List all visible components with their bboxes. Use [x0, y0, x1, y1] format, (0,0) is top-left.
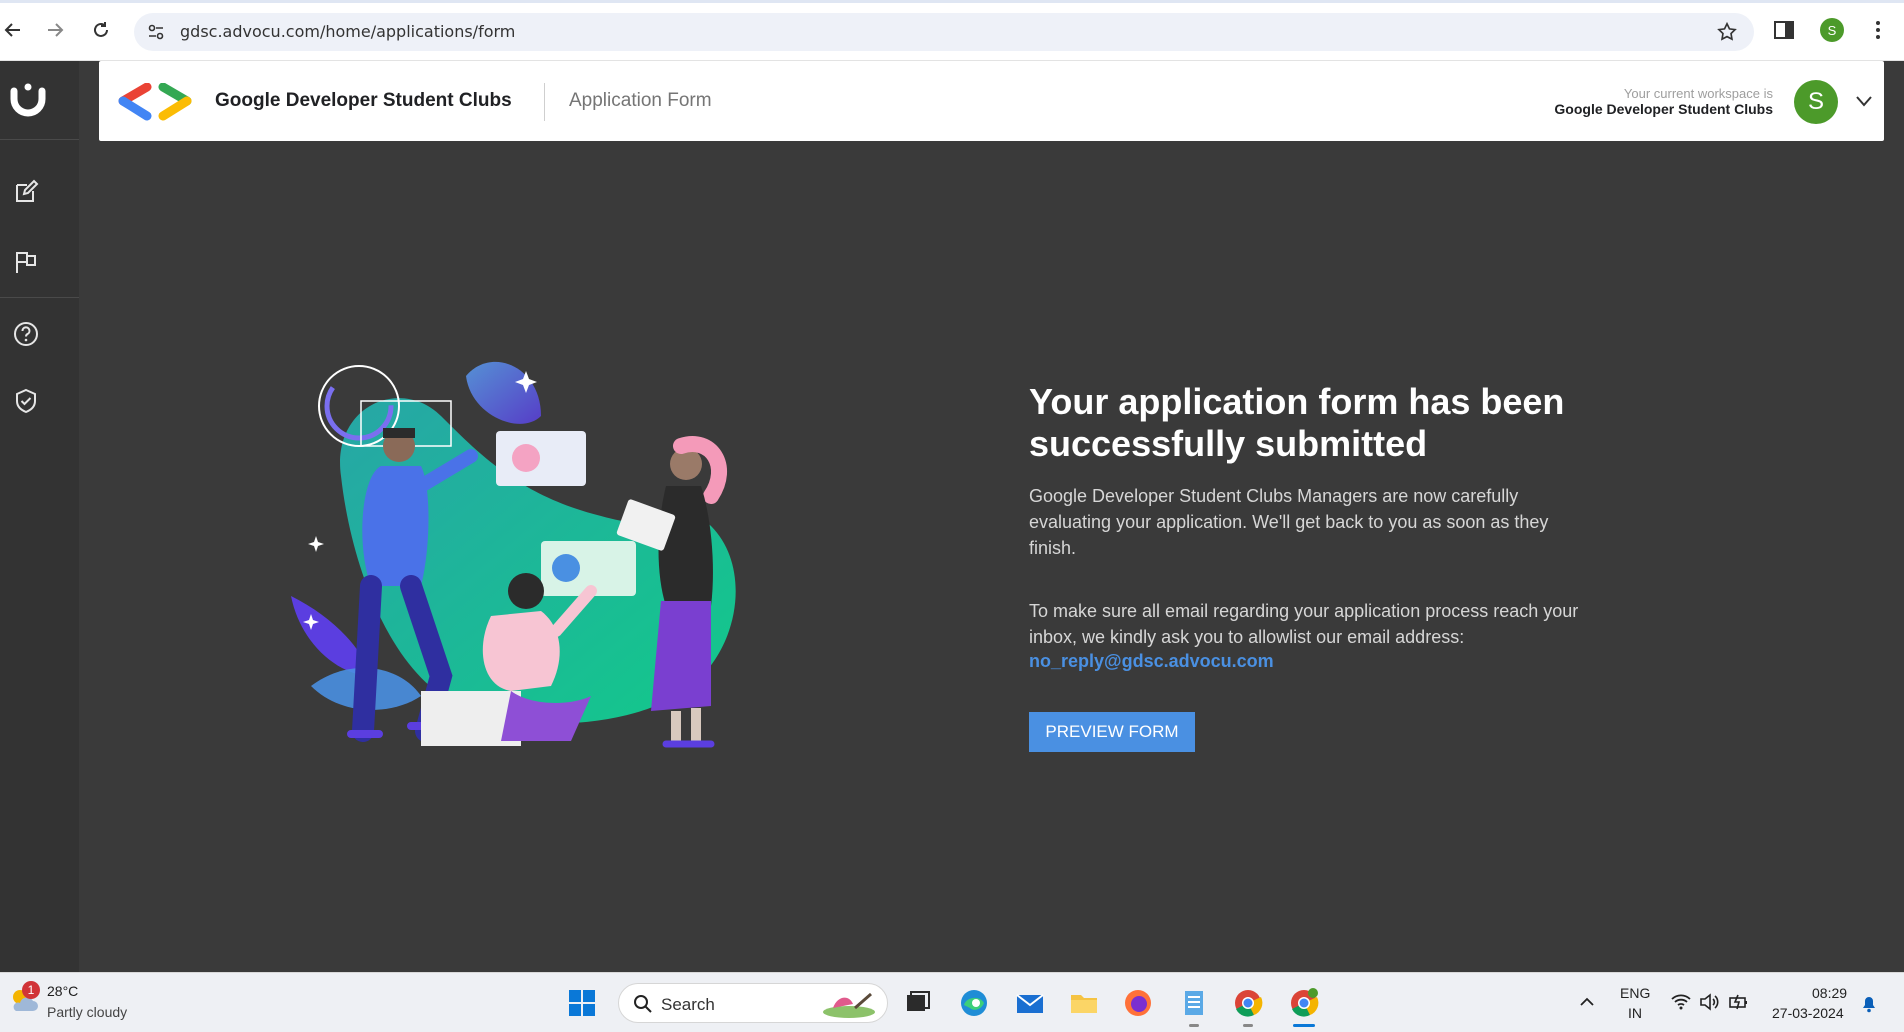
weather-notification-badge: 1: [22, 981, 40, 999]
advocu-logo-icon[interactable]: [8, 77, 48, 117]
file-explorer-icon[interactable]: [1068, 987, 1100, 1019]
browser-toolbar: gdsc.advocu.com/home/applications/form S: [0, 0, 1904, 61]
help-icon[interactable]: [13, 321, 39, 347]
chevron-down-icon[interactable]: [1854, 91, 1874, 111]
taskbar-search-box[interactable]: Search: [618, 983, 888, 1023]
reload-button[interactable]: [88, 17, 114, 43]
chevron-up-icon[interactable]: [1578, 993, 1596, 1011]
success-heading: Your application form has been successfu…: [1029, 381, 1565, 464]
back-button[interactable]: [0, 17, 26, 43]
edit-icon[interactable]: [13, 179, 39, 205]
windows-start-icon[interactable]: [568, 989, 596, 1017]
active-app-indicator: [1293, 1024, 1315, 1027]
chrome-icon[interactable]: [1232, 987, 1264, 1019]
reload-icon: [94, 22, 108, 37]
org-name: Google Developer Student Clubs: [215, 90, 512, 111]
notification-bell-icon[interactable]: [1860, 993, 1878, 1013]
flag-icon[interactable]: [13, 249, 39, 275]
back-arrow-icon: [4, 23, 20, 37]
sidebar-divider: [0, 297, 79, 298]
task-view-icon[interactable]: [902, 987, 934, 1019]
mail-icon[interactable]: [1014, 987, 1046, 1019]
header-divider: [544, 83, 545, 121]
notepad-icon[interactable]: [1178, 987, 1210, 1019]
edge-browser-icon[interactable]: [958, 987, 990, 1019]
left-sidebar: [0, 61, 79, 972]
app-running-indicator: [1189, 1024, 1199, 1027]
search-placeholder: Search: [661, 995, 715, 1014]
clock-time[interactable]: 08:29: [1812, 985, 1847, 1001]
weather-condition[interactable]: Partly cloudy: [47, 1004, 127, 1020]
search-icon: [634, 995, 652, 1013]
workspace-label: Your current workspace is: [1623, 86, 1773, 101]
firefox-icon[interactable]: [1122, 987, 1154, 1019]
app-header: Google Developer Student Clubs Applicati…: [99, 61, 1884, 141]
language-indicator[interactable]: ENG: [1620, 985, 1650, 1001]
weather-temperature[interactable]: 28°C: [47, 983, 78, 999]
url-text[interactable]: gdsc.advocu.com/home/applications/form: [180, 22, 515, 41]
battery-charging-icon[interactable]: [1728, 991, 1750, 1013]
user-avatar[interactable]: S: [1794, 80, 1838, 124]
wifi-icon[interactable]: [1670, 991, 1692, 1013]
shield-check-icon[interactable]: [13, 388, 39, 414]
gdsc-logo-icon[interactable]: [117, 83, 193, 121]
page-title: Application Form: [569, 90, 712, 111]
team-collaboration-illustration: [291, 361, 736, 748]
search-highlight-icon: [823, 992, 875, 1018]
address-bar[interactable]: gdsc.advocu.com/home/applications/form: [134, 13, 1754, 51]
chrome-profile-icon[interactable]: [1288, 987, 1320, 1019]
browser-profile-avatar[interactable]: S: [1820, 18, 1844, 42]
region-indicator[interactable]: IN: [1628, 1005, 1642, 1021]
evaluation-message: Google Developer Student Clubs Managers …: [1029, 486, 1549, 558]
side-panel-icon[interactable]: [1772, 18, 1796, 42]
clock-date[interactable]: 27-03-2024: [1772, 1005, 1844, 1021]
windows-taskbar: 1 28°C Partly cloudy Search ENG IN 08:29…: [0, 972, 1904, 1032]
sidebar-divider: [0, 139, 79, 140]
bookmark-star-icon[interactable]: [1716, 21, 1738, 43]
volume-icon[interactable]: [1698, 991, 1720, 1013]
app-running-indicator: [1243, 1024, 1253, 1027]
tab-strip: [0, 0, 1904, 3]
more-menu-icon[interactable]: [1866, 18, 1890, 42]
workspace-name[interactable]: Google Developer Student Clubs: [1554, 101, 1773, 117]
allowlist-message: To make sure all email regarding your ap…: [1029, 601, 1579, 647]
preview-form-button[interactable]: PREVIEW FORM: [1029, 712, 1195, 752]
forward-button[interactable]: [42, 17, 68, 43]
forward-arrow-icon: [48, 23, 64, 37]
main-content: Your application form has been successfu…: [99, 161, 1884, 972]
contact-email-link[interactable]: no_reply@gdsc.advocu.com: [1029, 651, 1274, 672]
site-info-icon[interactable]: [146, 22, 166, 42]
